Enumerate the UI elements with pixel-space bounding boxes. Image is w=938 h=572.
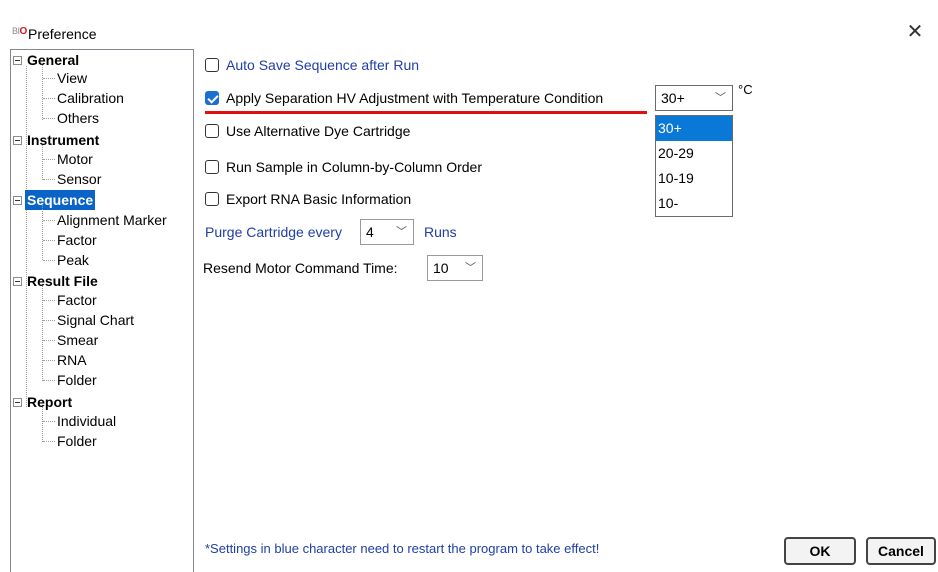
chevron-down-icon: ﹀	[396, 226, 407, 238]
tree-connector	[42, 145, 43, 180]
chevron-down-icon: ﹀	[465, 262, 476, 274]
resend-time-select[interactable]: 10 ﹀	[427, 255, 483, 281]
highlight-underline	[205, 111, 647, 114]
tree-connector	[42, 205, 43, 260]
restart-note: *Settings in blue character need to rest…	[205, 541, 600, 556]
temperature-option[interactable]: 30+	[656, 116, 732, 141]
apply-hv-checkbox[interactable]	[205, 91, 219, 105]
resend-label: Resend Motor Command Time:	[203, 260, 398, 276]
tree-item-label: Alignment Marker	[57, 212, 167, 228]
tree-connector	[42, 407, 43, 442]
apply-hv-label: Apply Separation HV Adjustment with Temp…	[226, 90, 604, 106]
tree-group-label: Sequence	[25, 190, 96, 210]
collapse-icon[interactable]	[13, 277, 22, 286]
tree-group-label: Result File	[27, 273, 98, 289]
cancel-button[interactable]: Cancel	[866, 537, 936, 565]
tree-item-label: View	[57, 70, 88, 86]
tree-item-label: Peak	[57, 252, 89, 268]
close-icon[interactable]: ✕	[902, 20, 928, 44]
tree-item-label: Motor	[57, 151, 93, 167]
tree-item-label: Smear	[57, 332, 99, 348]
export-rna-checkbox[interactable]	[205, 192, 219, 206]
collapse-icon[interactable]	[13, 398, 22, 407]
temperature-option[interactable]: 10-	[656, 191, 732, 216]
settings-tree: General View Calibration Others Instrume…	[10, 49, 194, 572]
temperature-dropdown-list: 30+ 20-29 10-19 10-	[655, 115, 733, 217]
tree-item-label: Sensor	[57, 171, 102, 187]
tree-item-label: Signal Chart	[57, 312, 135, 328]
ok-button[interactable]: OK	[784, 537, 856, 565]
column-order-checkbox[interactable]	[205, 160, 219, 174]
chevron-down-icon: ﹀	[715, 92, 726, 104]
collapse-icon[interactable]	[13, 196, 22, 205]
tree-group-label: General	[27, 52, 80, 68]
temperature-unit: °C	[738, 82, 753, 97]
purge-count-select[interactable]: 4 ﹀	[360, 219, 414, 245]
temperature-option[interactable]: 10-19	[656, 166, 732, 191]
tree-item-label: Folder	[57, 372, 97, 388]
app-logo-icon: BIO	[12, 26, 27, 37]
tree-group-label: Instrument	[27, 132, 100, 148]
purge-row: Purge Cartridge every	[205, 220, 342, 244]
tree-item-label: Individual	[57, 413, 117, 429]
title-bar: BIO Preference ✕	[0, 0, 938, 44]
tree-item-label: Others	[57, 110, 100, 126]
purge-suffix-label: Runs	[424, 224, 457, 240]
auto-save-label: Auto Save Sequence after Run	[226, 57, 420, 73]
purge-prefix-label: Purge Cartridge every	[205, 224, 342, 240]
tree-connector	[42, 65, 43, 120]
tree-item-label: Factor	[57, 292, 97, 308]
alt-dye-label: Use Alternative Dye Cartridge	[226, 123, 411, 139]
tree-item-label: Factor	[57, 232, 97, 248]
purge-count-value: 4	[366, 224, 374, 240]
column-order-label: Run Sample in Column-by-Column Order	[226, 159, 482, 175]
tree-item-label: Folder	[57, 433, 97, 449]
resend-time-value: 10	[433, 260, 449, 276]
window-title: Preference	[28, 26, 97, 42]
tree-item-label: Calibration	[57, 90, 124, 106]
collapse-icon[interactable]	[13, 56, 22, 65]
tree-group-label: Report	[27, 394, 73, 410]
auto-save-checkbox[interactable]	[205, 58, 219, 72]
export-rna-label: Export RNA Basic Information	[226, 191, 412, 207]
alt-dye-checkbox[interactable]	[205, 124, 219, 138]
tree-connector	[26, 66, 27, 407]
collapse-icon[interactable]	[13, 136, 22, 145]
temperature-select-value: 30+	[661, 90, 685, 106]
temperature-select[interactable]: 30+ ﹀	[655, 85, 733, 111]
tree-item-label: RNA	[57, 352, 87, 368]
temperature-option[interactable]: 20-29	[656, 141, 732, 166]
